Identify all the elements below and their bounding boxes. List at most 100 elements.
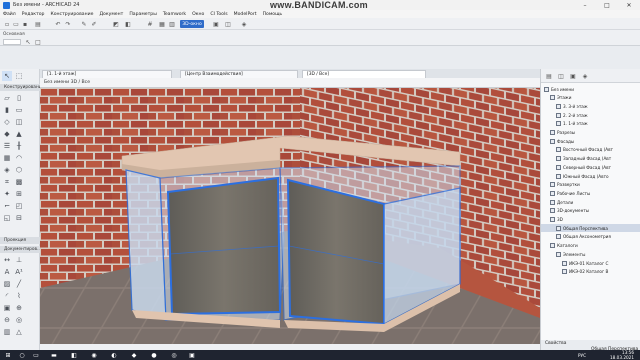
label-tool-icon[interactable]: ⊞ xyxy=(14,189,24,199)
navigator-item[interactable]: Каталоги xyxy=(541,242,640,250)
navigator-item[interactable]: 1. 1-й этаж xyxy=(541,120,640,128)
detail-icon[interactable]: ◫ xyxy=(224,20,232,28)
layout-icon[interactable]: ▣ xyxy=(212,20,220,28)
beam-column-tool-icon[interactable]: ⊟ xyxy=(14,213,24,223)
navigator-item[interactable]: 2. 2-й этаж xyxy=(541,111,640,119)
window-tool-icon[interactable]: ▭ xyxy=(14,105,24,115)
zone-tool-icon[interactable]: ▩ xyxy=(14,177,24,187)
menu-modelport[interactable]: ModelPort xyxy=(234,12,257,17)
menu-help[interactable]: Помощь xyxy=(263,12,283,17)
elevation-tool-icon[interactable]: ⊖ xyxy=(2,315,12,325)
slab-tool-icon[interactable]: ◆ xyxy=(2,129,12,139)
store-icon[interactable]: ◧ xyxy=(70,351,78,359)
floor-plan-icon[interactable]: ▦ xyxy=(158,20,166,28)
level-dimension-tool-icon[interactable]: ⊥ xyxy=(14,255,24,265)
new-icon[interactable]: ▫ xyxy=(3,20,11,28)
corner-window-tool-icon[interactable]: ◰ xyxy=(14,201,24,211)
layer-field[interactable] xyxy=(3,39,21,45)
publisher-icon[interactable]: ◈ xyxy=(581,72,589,80)
navigator-item[interactable]: 3D xyxy=(541,216,640,224)
navigator-item[interactable]: ИКЭ-01 Каталог С xyxy=(541,259,640,267)
mesh-tool-icon[interactable]: ⌗ xyxy=(2,177,12,187)
menu-ci-tools[interactable]: CI Tools xyxy=(210,12,227,17)
task-view-icon[interactable]: ▭ xyxy=(32,351,40,359)
worksheet-tool-icon[interactable]: ▥ xyxy=(2,327,12,337)
beam-tool-icon[interactable]: ◇ xyxy=(2,117,12,127)
opening-tool-icon[interactable]: ◱ xyxy=(2,213,12,223)
tab-3d-all[interactable]: [3D / Все] xyxy=(302,70,426,78)
navigator-item[interactable]: Рабочие Листы xyxy=(541,189,640,197)
guide-icon[interactable]: ◩ xyxy=(112,20,120,28)
wall-end-tool-icon[interactable]: ⌐ xyxy=(2,201,12,211)
toolbox-section-projection[interactable]: Проекция xyxy=(0,237,40,244)
menu-window[interactable]: Окно xyxy=(192,12,204,17)
inject-icon[interactable]: ✐ xyxy=(90,20,98,28)
toolbox-section-design[interactable]: Конструирование xyxy=(0,84,44,91)
stair-tool-icon[interactable]: ☰ xyxy=(2,141,12,151)
section-tool-icon[interactable]: ⊕ xyxy=(14,303,24,313)
taskbar-app2-icon[interactable]: ▣ xyxy=(188,351,196,359)
text-tool-icon[interactable]: A xyxy=(2,267,12,277)
view-map-icon[interactable]: ◫ xyxy=(557,72,565,80)
menu-design[interactable]: Конструирование xyxy=(50,12,93,17)
undo-icon[interactable]: ↶ xyxy=(54,20,62,28)
navigator-item[interactable]: Западный Фасад (Авт xyxy=(541,155,640,163)
navigator-item[interactable]: Общая Перспектива xyxy=(541,224,640,233)
arc-tool-icon[interactable]: ◜ xyxy=(2,291,12,301)
menu-edit[interactable]: Редактор xyxy=(22,12,45,17)
detail-tool-icon[interactable]: ◎ xyxy=(14,315,24,325)
language-indicator[interactable]: РУС xyxy=(578,353,586,358)
change-tool-icon[interactable]: △ xyxy=(14,327,24,337)
pick-icon[interactable]: ✎ xyxy=(80,20,88,28)
navigator-item[interactable]: Развертки xyxy=(541,181,640,189)
navigator-item[interactable]: ИКЭ-02 Каталог В xyxy=(541,268,640,276)
search-icon[interactable]: ○ xyxy=(18,351,26,359)
drawing-tool-icon[interactable]: ▣ xyxy=(2,303,12,313)
project-map-icon[interactable]: ▤ xyxy=(545,72,553,80)
edge-icon[interactable]: ◐ xyxy=(110,351,118,359)
navigator-item[interactable]: Без имени xyxy=(541,85,640,93)
navigator-item[interactable]: Восточный Фасад (Авт xyxy=(541,146,640,154)
menu-options[interactable]: Параметры xyxy=(129,12,157,17)
column-tool-icon[interactable]: ▮ xyxy=(2,105,12,115)
object-tool-icon[interactable]: ◫ xyxy=(14,117,24,127)
morph-tool-icon[interactable]: ⬡ xyxy=(14,165,24,175)
system-clock[interactable]: 13:56 18.03.2021 xyxy=(610,350,634,360)
render-icon[interactable]: ◈ xyxy=(240,20,248,28)
shell-tool-icon[interactable]: ◠ xyxy=(14,153,24,163)
close-button[interactable]: ✕ xyxy=(618,0,640,10)
navigator-item[interactable]: Детали xyxy=(541,198,640,206)
navigator-item[interactable]: 3. 3-й этаж xyxy=(541,102,640,110)
menu-file[interactable]: Файл xyxy=(3,12,16,17)
navigator-item[interactable]: Элементы xyxy=(541,250,640,258)
roof-tool-icon[interactable]: ▲ xyxy=(14,129,24,139)
menu-document[interactable]: Документ xyxy=(99,12,123,17)
curtain-wall-tool-icon[interactable]: ▦ xyxy=(2,153,12,163)
file-explorer-icon[interactable]: ▬ xyxy=(50,351,58,359)
dimension-tool-icon[interactable]: ↔ xyxy=(2,255,12,265)
menu-teamwork[interactable]: Teamwork xyxy=(163,12,186,17)
navigator-item[interactable]: 3D-документы xyxy=(541,207,640,215)
line-tool-icon[interactable]: ╱ xyxy=(14,279,24,289)
skylight-tool-icon[interactable]: ◈ xyxy=(2,165,12,175)
pointer-icon[interactable]: ↖ xyxy=(24,38,32,46)
marquee-tool-icon[interactable]: ⬚ xyxy=(14,71,24,81)
layout-book-icon[interactable]: ▣ xyxy=(569,72,577,80)
fill-tool-icon[interactable]: ▨ xyxy=(2,279,12,289)
lamp-tool-icon[interactable]: ✦ xyxy=(2,189,12,199)
taskbar-app-icon[interactable]: ◉ xyxy=(90,351,98,359)
navigator-item[interactable]: Южный Фасад (Авто xyxy=(541,172,640,180)
door-tool-icon[interactable]: ▯ xyxy=(14,93,24,103)
navigator-item[interactable]: Фасады xyxy=(541,137,640,145)
print-icon[interactable]: ▤ xyxy=(34,20,42,28)
minimize-button[interactable]: – xyxy=(574,0,596,10)
chrome-icon[interactable]: ◎ xyxy=(170,351,178,359)
navigator-item[interactable]: Северный Фасад (Авт xyxy=(541,163,640,171)
redo-icon[interactable]: ↷ xyxy=(64,20,72,28)
arrow-tool-icon[interactable]: ↖ xyxy=(2,71,12,81)
windows-start-icon[interactable]: ⊞ xyxy=(4,351,12,359)
section-icon[interactable]: ▥ xyxy=(168,20,176,28)
open-icon[interactable]: ▭ xyxy=(12,20,20,28)
rectangle-icon[interactable]: □ xyxy=(34,38,42,46)
snap-icon[interactable]: ◧ xyxy=(124,20,132,28)
